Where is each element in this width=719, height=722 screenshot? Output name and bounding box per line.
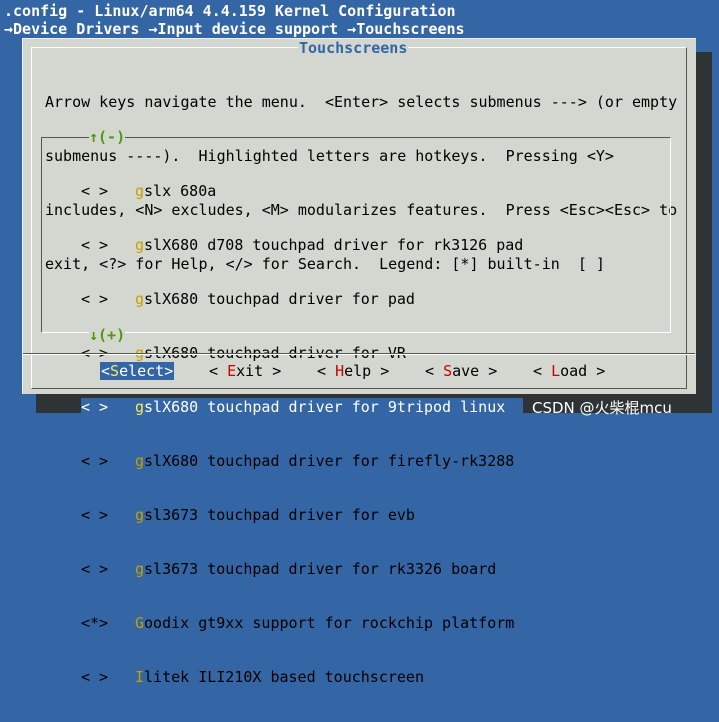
select-button[interactable]: <Select>	[100, 362, 175, 380]
load-button[interactable]: < Load >	[532, 362, 606, 380]
button-bracket: <	[533, 362, 552, 380]
button-bracket: <	[101, 362, 111, 380]
scroll-up-indicator[interactable]: ↑(-)	[89, 128, 126, 146]
hotkey-letter: g	[135, 290, 145, 308]
save-button[interactable]: < Save >	[424, 362, 498, 380]
menu-item-gslx680-firefly[interactable]: < > gslX680 touchpad driver for firefly-r…	[81, 452, 523, 470]
button-label: ave >	[452, 362, 498, 380]
menu-item-ilitek-ili210x[interactable]: < > Ilitek ILI210X based touchscreen	[81, 668, 523, 686]
button-hotkey: H	[335, 362, 345, 380]
button-bracket: <	[209, 362, 228, 380]
menu-item-gslx680-d708[interactable]: < > gslX680 d708 touchpad driver for rk31…	[81, 236, 523, 254]
option-state: < >	[81, 290, 109, 308]
watermark-text: CSDN @火柴棍mcu	[532, 399, 672, 417]
hotkey-letter: g	[135, 236, 145, 254]
button-label: elect>	[119, 362, 174, 380]
hotkey-letter: g	[135, 182, 145, 200]
item-label: slx 680a	[144, 182, 217, 200]
hotkey-letter: g	[135, 398, 145, 416]
option-state: <*>	[81, 614, 109, 632]
item-label: sl3673 touchpad driver for rk3326 board	[144, 560, 497, 578]
button-bar: <Select> < Exit > < Help > < Save > < Lo…	[23, 362, 695, 382]
menu-item-gsl3673-evb[interactable]: < > gsl3673 touchpad driver for evb	[81, 506, 523, 524]
menu-item-goodix-gt9xx[interactable]: <*> Goodix gt9xx support for rockchip pla…	[81, 614, 523, 632]
hotkey-letter: G	[135, 614, 145, 632]
option-state: < >	[81, 236, 109, 254]
hotkey-letter: I	[135, 668, 145, 686]
button-hotkey: L	[551, 362, 561, 380]
hotkey-letter: g	[135, 452, 145, 470]
hotkey-letter: g	[135, 506, 145, 524]
window-title: .config - Linux/arm64 4.4.159 Kernel Con…	[4, 2, 456, 20]
button-hotkey: S	[110, 362, 120, 380]
item-label: slX680 touchpad driver for firefly-rk328…	[144, 452, 515, 470]
button-hotkey: S	[443, 362, 453, 380]
breadcrumb: →Device Drivers →Input device support →T…	[4, 20, 465, 38]
option-state: < >	[81, 182, 109, 200]
option-state: < >	[81, 452, 109, 470]
option-state: < >	[81, 560, 109, 578]
button-separator-highlight	[23, 354, 695, 355]
item-label: litek ILI210X based touchscreen	[144, 668, 424, 686]
item-label: slX680 touchpad driver for pad	[144, 290, 415, 308]
button-label: oad >	[560, 362, 606, 380]
item-label: oodix gt9xx support for rockchip platfor…	[144, 614, 515, 632]
option-state: < >	[81, 398, 109, 416]
item-label: slX680 d708 touchpad driver for rk3126 p…	[144, 236, 524, 254]
dialog-title: Touchscreens	[298, 39, 409, 57]
button-label: xit >	[236, 362, 282, 380]
menu-item-gslx680-pad[interactable]: < > gslX680 touchpad driver for pad	[81, 290, 523, 308]
hotkey-letter: g	[135, 560, 145, 578]
item-label: slX680 touchpad driver for 9tripod linux	[144, 398, 506, 416]
button-label: elp >	[344, 362, 390, 380]
menuconfig-dialog: Touchscreens Arrow keys navigate the men…	[22, 38, 696, 686]
menu-item-gsl3673-rk3326[interactable]: < > gsl3673 touchpad driver for rk3326 bo…	[81, 560, 523, 578]
menu-items: < > gslx 680a < > gslX680 d708 touchpad dr…	[81, 146, 524, 722]
button-hotkey: E	[227, 362, 237, 380]
button-bracket: <	[317, 362, 336, 380]
button-bracket: <	[425, 362, 444, 380]
help-line: Arrow keys navigate the menu. <Enter> se…	[45, 93, 678, 111]
menu-item-gslx-680a[interactable]: < > gslx 680a	[81, 182, 523, 200]
item-label: sl3673 touchpad driver for evb	[144, 506, 415, 524]
help-button[interactable]: < Help >	[316, 362, 390, 380]
exit-button[interactable]: < Exit >	[208, 362, 282, 380]
option-state: < >	[81, 506, 109, 524]
option-state: < >	[81, 668, 109, 686]
menu-item-gslx680-9tripod-selected[interactable]: < > gslX680 touchpad driver for 9tripod l…	[81, 398, 524, 416]
